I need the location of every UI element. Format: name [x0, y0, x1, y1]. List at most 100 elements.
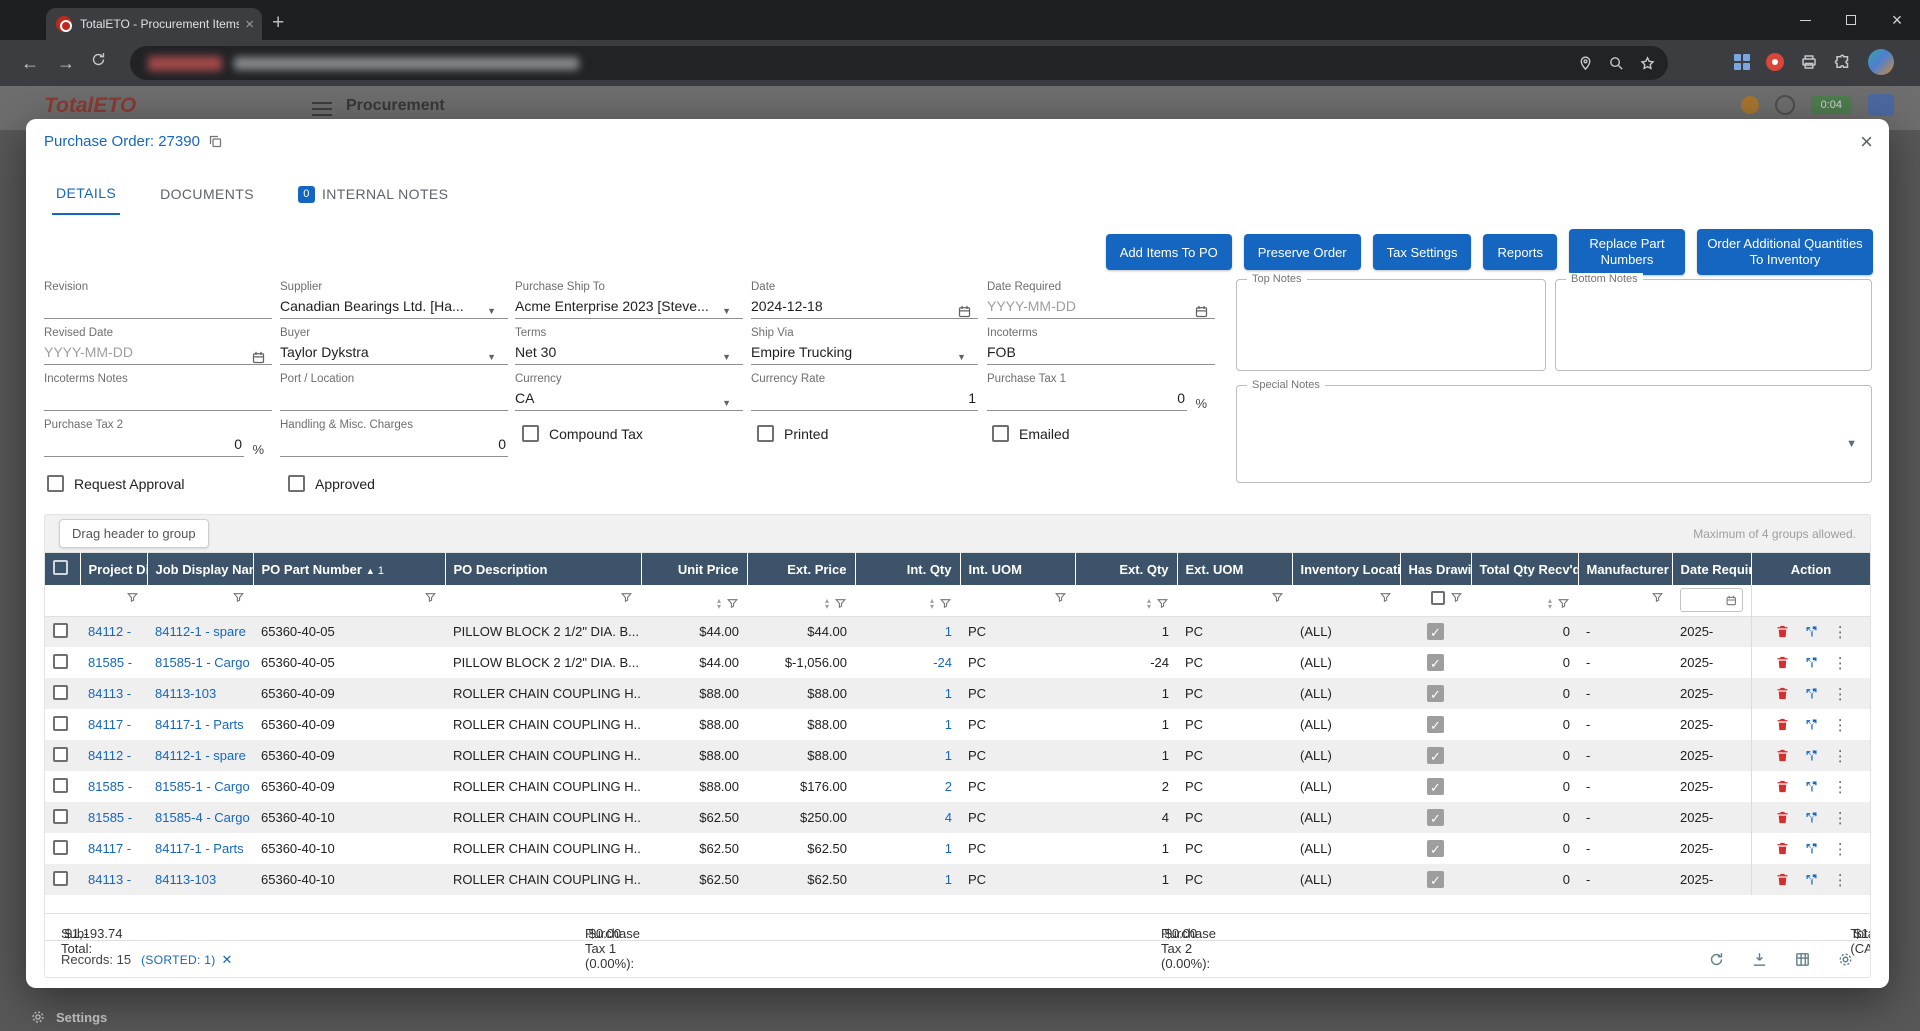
extension-blocker-icon[interactable] — [1766, 53, 1784, 71]
row-checkbox[interactable] — [53, 623, 68, 638]
project-link[interactable]: 81585 - — [80, 802, 147, 833]
delete-icon[interactable] — [1775, 779, 1790, 794]
project-link[interactable]: 84117 - — [80, 833, 147, 864]
project-link[interactable]: 81585 - — [80, 771, 147, 802]
project-link[interactable]: 84113 - — [80, 864, 147, 895]
cell-int-qty[interactable]: -24 — [855, 647, 960, 678]
tab-details[interactable]: DETAILS — [52, 175, 120, 215]
row-checkbox[interactable] — [53, 685, 68, 700]
window-maximize-button[interactable] — [1828, 0, 1874, 40]
forward-button[interactable]: → — [54, 51, 78, 75]
cell-int-qty[interactable]: 1 — [855, 833, 960, 864]
project-link[interactable]: 81585 - — [80, 647, 147, 678]
select-all-checkbox[interactable] — [45, 553, 80, 585]
dropdown-caret-icon[interactable]: ▼ — [722, 352, 731, 362]
has-drawing-filter[interactable] — [1400, 585, 1471, 616]
supplier-select[interactable]: Supplier Canadian Bearings Ltd. [Ha... ▼ — [280, 281, 508, 323]
purchase-ship-to-select[interactable]: Purchase Ship To Acme Enterprise 2023 [S… — [515, 281, 743, 323]
dropdown-caret-icon[interactable]: ▼ — [487, 306, 496, 316]
description-filter[interactable] — [445, 585, 641, 616]
int-qty-filter[interactable]: ▴▾ — [855, 585, 960, 616]
browser-tab[interactable]: TotalETO - Procurement Items × — [46, 8, 262, 40]
print-icon[interactable] — [1800, 53, 1818, 71]
tab-close-icon[interactable]: × — [245, 16, 254, 33]
emailed-checkbox[interactable]: Emailed — [992, 425, 1070, 442]
purchase-tax-2-field[interactable]: Purchase Tax 2 0 % — [44, 419, 244, 461]
refresh-grid-icon[interactable] — [1708, 951, 1725, 968]
row-checkbox[interactable] — [53, 654, 68, 669]
buyer-select[interactable]: Buyer Taylor Dykstra ▼ — [280, 327, 508, 369]
col-has-drawing[interactable]: Has Drawing — [1400, 553, 1471, 585]
col-project[interactable]: Project Display — [80, 553, 147, 585]
delete-icon[interactable] — [1775, 717, 1790, 732]
cell-int-qty[interactable]: 1 — [855, 864, 960, 895]
new-tab-button[interactable]: + — [272, 10, 284, 36]
order-additional-quantities-button[interactable]: Order Additional Quantities To Inventory — [1697, 229, 1873, 275]
cell-int-qty[interactable]: 1 — [855, 678, 960, 709]
ship-via-select[interactable]: Ship Via Empire Trucking ▼ — [751, 327, 978, 369]
currency-rate-field[interactable]: Currency Rate 1 — [751, 373, 978, 415]
delete-icon[interactable] — [1775, 655, 1790, 670]
currency-select[interactable]: Currency CA ▼ — [515, 373, 743, 415]
job-link[interactable]: 84112-1 - spare — [147, 740, 253, 771]
more-options-icon[interactable]: ⋮ — [1833, 716, 1848, 734]
job-link[interactable]: 84113-103 — [147, 864, 253, 895]
cell-int-qty[interactable]: 2 — [855, 771, 960, 802]
split-line-icon[interactable] — [1804, 748, 1819, 763]
split-line-icon[interactable] — [1804, 810, 1819, 825]
tab-internal-notes[interactable]: 0 INTERNAL NOTES — [294, 175, 452, 215]
revised-date-field[interactable]: Revised Date YYYY-MM-DD — [44, 327, 272, 369]
column-chooser-icon[interactable] — [1794, 951, 1811, 968]
handling-misc-charges-field[interactable]: Handling & Misc. Charges 0 — [280, 419, 508, 461]
delete-icon[interactable] — [1775, 748, 1790, 763]
window-close-button[interactable]: × — [1874, 0, 1920, 40]
cell-int-qty[interactable]: 4 — [855, 802, 960, 833]
date-required-filter-input[interactable] — [1685, 593, 1725, 607]
row-checkbox[interactable] — [53, 840, 68, 855]
split-line-icon[interactable] — [1804, 717, 1819, 732]
inventory-location-filter[interactable] — [1292, 585, 1400, 616]
manufacturer-filter[interactable] — [1578, 585, 1672, 616]
col-int-uom[interactable]: Int. UOM — [960, 553, 1075, 585]
ext-uom-filter[interactable] — [1177, 585, 1292, 616]
split-line-icon[interactable] — [1804, 655, 1819, 670]
date-required-filter[interactable] — [1672, 585, 1751, 616]
profile-avatar[interactable] — [1868, 49, 1894, 75]
row-checkbox[interactable] — [53, 871, 68, 886]
delete-icon[interactable] — [1775, 841, 1790, 856]
dropdown-caret-icon[interactable]: ▼ — [487, 352, 496, 362]
project-link[interactable]: 84112 - — [80, 616, 147, 647]
delete-icon[interactable] — [1775, 624, 1790, 639]
split-line-icon[interactable] — [1804, 686, 1819, 701]
cell-int-qty[interactable]: 1 — [855, 709, 960, 740]
request-approval-checkbox[interactable]: Request Approval — [47, 475, 185, 492]
approved-checkbox[interactable]: Approved — [288, 475, 375, 492]
replace-part-numbers-button[interactable]: Replace Part Numbers — [1569, 229, 1685, 275]
back-button[interactable]: ← — [18, 51, 42, 75]
split-line-icon[interactable] — [1804, 841, 1819, 856]
project-link[interactable]: 84112 - — [80, 740, 147, 771]
job-filter[interactable] — [147, 585, 253, 616]
delete-icon[interactable] — [1775, 872, 1790, 887]
part-filter[interactable] — [253, 585, 445, 616]
total-qty-recvd-filter[interactable]: ▴▾ — [1471, 585, 1578, 616]
col-total-qty-recvd[interactable]: Total Qty Recv'd — [1471, 553, 1578, 585]
port-location-field[interactable]: Port / Location — [280, 373, 508, 415]
row-checkbox[interactable] — [53, 809, 68, 824]
incoterms-notes-field[interactable]: Incoterms Notes — [44, 373, 272, 415]
date-field[interactable]: Date 2024-12-18 — [751, 281, 978, 323]
row-checkbox[interactable] — [53, 778, 68, 793]
printed-checkbox[interactable]: Printed — [757, 425, 828, 442]
more-options-icon[interactable]: ⋮ — [1833, 840, 1848, 858]
col-ext-qty[interactable]: Ext. Qty — [1075, 553, 1177, 585]
job-link[interactable]: 84117-1 - Parts — [147, 709, 253, 740]
dropdown-caret-icon[interactable]: ▼ — [957, 352, 966, 362]
int-uom-filter[interactable] — [960, 585, 1075, 616]
calendar-icon[interactable] — [1194, 304, 1209, 319]
more-options-icon[interactable]: ⋮ — [1833, 747, 1848, 765]
window-minimize-button[interactable] — [1782, 0, 1828, 40]
split-line-icon[interactable] — [1804, 872, 1819, 887]
split-line-icon[interactable] — [1804, 624, 1819, 639]
col-date-required[interactable]: Date Required — [1672, 553, 1751, 585]
tax-settings-button[interactable]: Tax Settings — [1373, 234, 1472, 270]
